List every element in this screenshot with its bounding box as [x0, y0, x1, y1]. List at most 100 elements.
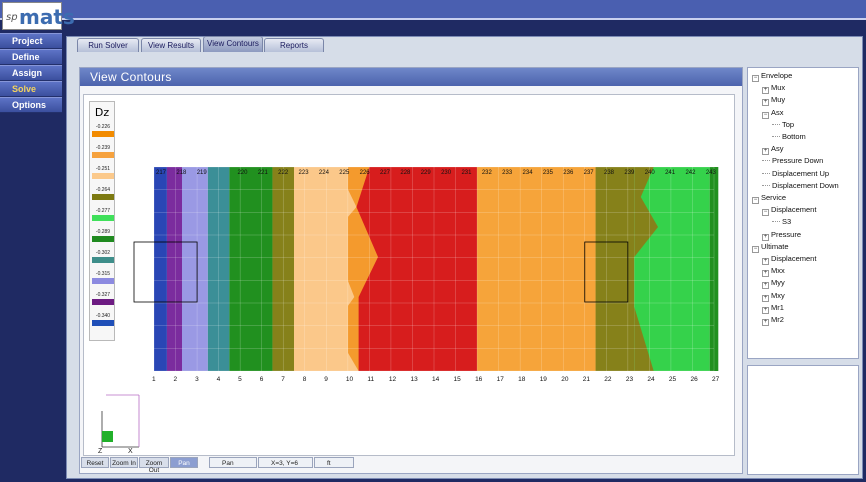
sidebar-item-assign[interactable]: Assign — [0, 65, 62, 81]
node-label: 222 — [278, 170, 289, 176]
app-window: sp mats Project Define Assign Solve Options … — [0, 0, 866, 482]
column-label: 25 — [669, 376, 677, 383]
collapse-icon[interactable]: − — [762, 111, 769, 119]
node-label: 228 — [400, 170, 411, 176]
sidebar-item-project[interactable]: Project — [0, 33, 62, 49]
collapse-icon[interactable]: − — [752, 75, 759, 82]
contour-canvas[interactable]: 217 218 219 220 221 222 223 224 225 226 227 228 229 2… — [83, 94, 735, 456]
tab-reports[interactable]: Reports — [264, 38, 324, 52]
tree-node-displacement[interactable]: + Displacement — [762, 254, 816, 265]
tree-node-mr1[interactable]: + Mr1 — [762, 303, 784, 314]
tree-node-displacement-up[interactable]: Displacement Up — [762, 169, 829, 178]
tree-node-label: Displacement — [771, 254, 817, 263]
tree-node-displacement-down[interactable]: Displacement Down — [762, 181, 839, 190]
tree-node-service[interactable]: − Service — [752, 193, 786, 204]
legend-entry: -0.251 — [92, 166, 114, 179]
tree-node-asx[interactable]: − Asx — [762, 108, 784, 119]
column-label: 4 — [217, 376, 221, 383]
tree-connector — [762, 184, 770, 186]
tree-node-displacement[interactable]: − Displacement — [762, 205, 816, 217]
node-label: 234 — [523, 170, 534, 176]
legend-swatch — [92, 173, 114, 179]
reset-button[interactable]: Reset — [81, 457, 109, 468]
collapse-icon[interactable]: − — [752, 245, 759, 253]
column-label: 21 — [583, 376, 591, 383]
zoom-out-button[interactable]: Zoom Out — [139, 457, 169, 474]
tree-node-label: Envelope — [761, 71, 793, 80]
sidebar-item-options[interactable]: Options — [0, 97, 62, 113]
expand-icon[interactable]: + — [762, 233, 769, 241]
tree-node-bottom[interactable]: Bottom — [772, 132, 806, 141]
node-label: 241 — [665, 170, 676, 176]
expand-icon[interactable]: + — [762, 319, 769, 326]
tree-node-envelope[interactable]: − Envelope — [752, 71, 792, 82]
expand-icon[interactable]: + — [762, 148, 769, 156]
tree-node-mxx[interactable]: + Mxx — [762, 266, 785, 278]
column-label: 5 — [238, 376, 242, 383]
collapse-icon[interactable]: − — [752, 197, 759, 204]
node-label: 221 — [258, 170, 269, 176]
column-label: 16 — [475, 376, 483, 383]
expand-icon[interactable]: + — [762, 258, 769, 265]
column-label: 22 — [604, 376, 612, 383]
legend-swatch — [92, 152, 114, 158]
node-label: 231 — [461, 170, 472, 176]
legend-value: -0.289 — [95, 229, 111, 235]
expand-icon[interactable]: + — [762, 282, 769, 290]
collapse-icon[interactable]: − — [762, 209, 769, 217]
tree-node-mr2[interactable]: + Mr2 — [762, 315, 784, 326]
tree-node-mux[interactable]: + Mux — [762, 83, 785, 95]
tree-node-label: Pressure Down — [772, 156, 824, 166]
legend-value: -0.315 — [95, 271, 111, 277]
expand-icon[interactable]: + — [762, 87, 769, 95]
expand-icon[interactable]: + — [762, 294, 769, 302]
legend-entry: -0.239 — [92, 145, 114, 158]
expand-icon[interactable]: + — [762, 306, 769, 314]
tree-node-label: Asy — [771, 144, 784, 154]
legend-entry: -0.327 — [92, 292, 114, 305]
zoom-in-button[interactable]: Zoom In — [110, 457, 138, 468]
sidebar-item-solve[interactable]: Solve — [0, 81, 62, 97]
tree-node-s3[interactable]: S3 — [772, 217, 791, 226]
column-label: 24 — [647, 376, 655, 383]
tree-node-muy[interactable]: + Muy — [762, 95, 785, 107]
top-bar — [0, 0, 866, 20]
legend-entry: -0.264 — [92, 187, 114, 200]
node-label: 224 — [319, 170, 330, 176]
pan-button[interactable]: Pan — [170, 457, 198, 468]
sidebar-item-define[interactable]: Define — [0, 49, 62, 65]
tree-node-pressure-down[interactable]: Pressure Down — [762, 156, 823, 165]
tree-node-top[interactable]: Top — [772, 120, 794, 129]
legend-swatch — [92, 299, 114, 305]
column-label: 17 — [497, 376, 505, 383]
node-label: 238 — [604, 170, 615, 176]
column-label: 15 — [454, 376, 462, 383]
column-label: 9 — [324, 376, 328, 383]
node-label: 227 — [380, 170, 391, 176]
tree-node-ultimate[interactable]: − Ultimate — [752, 242, 789, 253]
column-label: 2 — [174, 376, 178, 383]
properties-pane — [747, 365, 859, 475]
legend-entry: -0.340 — [92, 313, 114, 326]
legend-entry: -0.226 — [92, 124, 114, 137]
expand-icon[interactable]: + — [762, 99, 769, 107]
column-label: 7 — [281, 376, 285, 383]
contour-plot[interactable]: 217 218 219 220 221 222 223 224 225 226 227 228 229 2… — [84, 95, 734, 455]
tab-view-results[interactable]: View Results — [141, 38, 201, 52]
legend-value: -0.327 — [95, 292, 111, 298]
tree-node-label: Asx — [771, 107, 784, 117]
column-label: 13 — [410, 376, 418, 383]
tab-run-solver[interactable]: Run Solver — [77, 38, 139, 52]
legend-title: Dz — [94, 106, 110, 119]
tree-node-pressure[interactable]: + Pressure — [762, 230, 801, 241]
tree-node-mxy[interactable]: + Mxy — [762, 291, 785, 302]
tab-view-contours[interactable]: View Contours — [203, 36, 263, 52]
tree-node-asy[interactable]: + Asy — [762, 144, 784, 156]
node-label: 223 — [299, 170, 310, 176]
column-label: 20 — [561, 376, 569, 383]
contour-band — [229, 167, 273, 371]
tree-node-myy[interactable]: + Myy — [762, 278, 785, 290]
expand-icon[interactable]: + — [762, 270, 769, 278]
results-tree[interactable]: − Envelope + Mux + Muy − Asx Top Bottom + Asy Pressu… — [747, 67, 859, 359]
legend-swatch — [92, 215, 114, 221]
